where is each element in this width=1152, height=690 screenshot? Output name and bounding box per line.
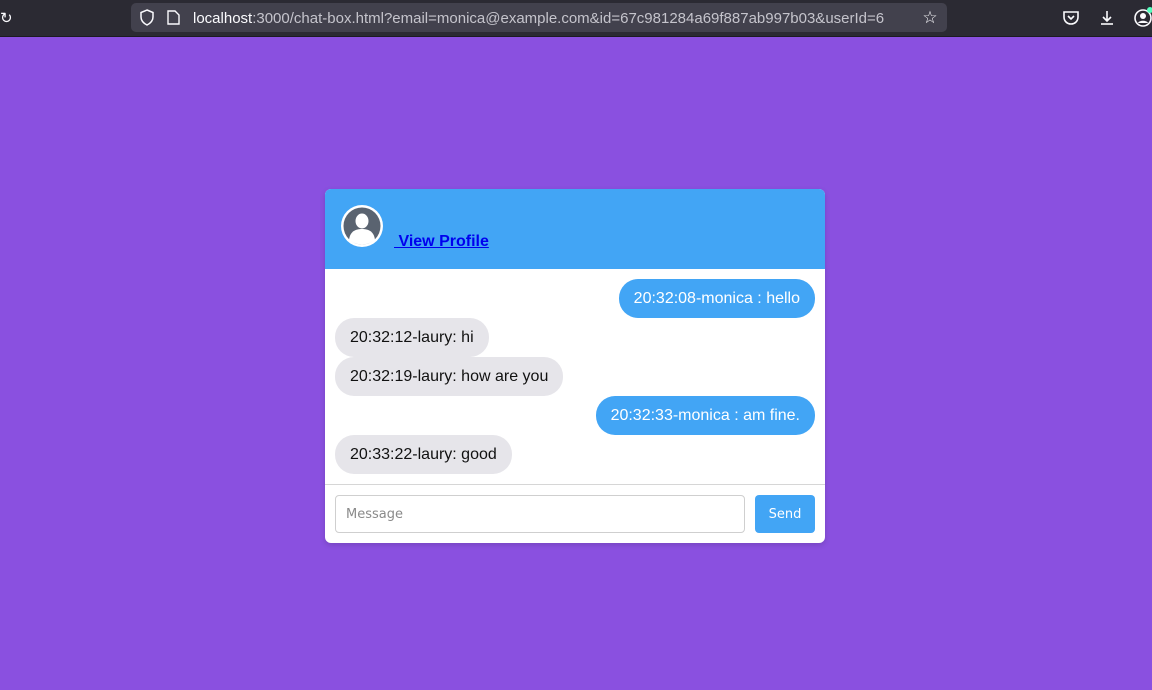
message-sent: 20:32:33-monica : am fine. <box>595 396 815 435</box>
message-composer: Send <box>325 484 825 543</box>
message-received: 20:32:12-laury: hi <box>335 318 489 357</box>
send-button[interactable]: Send <box>755 495 815 533</box>
browser-toolbar: ↻ localhost:3000/chat-box.html?email=mon… <box>0 0 1152 37</box>
url-path: :3000/chat-box.html?email=monica@example… <box>252 10 885 27</box>
url-host: localhost <box>193 10 253 27</box>
view-profile-link[interactable]: View Profile <box>394 233 488 251</box>
message-received: 20:33:22-laury: good <box>335 435 512 474</box>
message-received: 20:32:19-laury: how are you <box>335 357 564 396</box>
url-text[interactable]: localhost:3000/chat-box.html?email=monic… <box>193 10 915 27</box>
pocket-icon[interactable] <box>1061 8 1081 28</box>
chat-box: View Profile 20:32:08-monica : hello 20:… <box>325 189 825 543</box>
notification-dot <box>1147 7 1152 13</box>
user-avatar-icon <box>341 205 383 247</box>
reload-icon[interactable]: ↻ <box>0 8 18 28</box>
message-list: 20:32:08-monica : hello 20:32:12-laury: … <box>325 269 825 484</box>
download-icon[interactable] <box>1097 8 1117 28</box>
message-input[interactable] <box>335 495 745 533</box>
shield-icon[interactable] <box>139 9 155 26</box>
chat-header: View Profile <box>325 189 825 269</box>
address-bar[interactable]: localhost:3000/chat-box.html?email=monic… <box>131 3 947 32</box>
bookmark-star-icon[interactable]: ☆ <box>920 8 940 28</box>
page-icon <box>167 10 180 25</box>
message-sent: 20:32:08-monica : hello <box>618 279 815 318</box>
